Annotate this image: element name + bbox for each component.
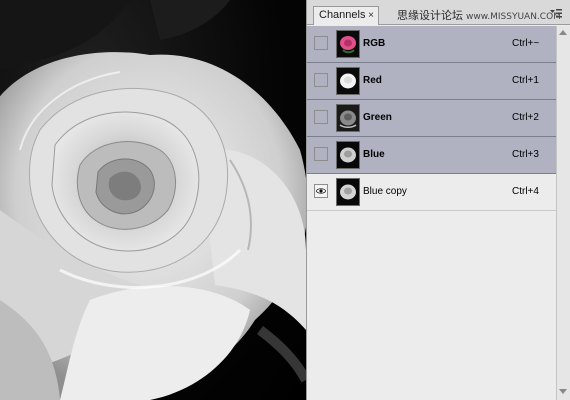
channels-panel: Channels × 思缘设计论坛 www.MISSYUAN.COM RGB C… [306,0,570,400]
channel-name: RGB [363,38,386,49]
channel-row-green[interactable]: Green Ctrl+2 [307,100,557,137]
visibility-toggle[interactable] [314,110,328,124]
visibility-toggle[interactable] [314,147,328,161]
visibility-toggle[interactable] [314,36,328,50]
channel-name: Green [363,112,392,123]
scroll-up-icon[interactable] [559,30,567,35]
tab-channels[interactable]: Channels × [313,6,379,25]
watermark: 思缘设计论坛 www.MISSYUAN.COM [397,7,561,23]
channel-list: RGB Ctrl+~ Red Ctrl+1 Green Ctrl+2 Blue … [307,26,557,211]
channel-shortcut: Ctrl+~ [512,38,540,49]
watermark-site: www.MISSYUAN.COM [466,12,561,22]
visibility-toggle[interactable] [314,73,328,87]
blue-gray-thumb [336,141,360,169]
channel-row-blue-copy[interactable]: Blue copy Ctrl+4 [307,174,557,211]
channel-shortcut: Ctrl+1 [512,75,539,86]
eye-icon [316,188,326,194]
watermark-cn: 思缘设计论坛 [397,9,463,22]
panel-menu-icon[interactable] [550,9,562,18]
green-gray-thumb [336,104,360,132]
visibility-toggle[interactable] [314,184,328,198]
rose-image [0,0,306,400]
rgb-color-thumb [336,30,360,58]
channel-row-blue[interactable]: Blue Ctrl+3 [307,137,557,174]
rose-canvas [0,0,306,400]
blue-copy-thumb [336,178,360,206]
channel-shortcut: Ctrl+2 [512,112,539,123]
panel-tabbar: Channels × 思缘设计论坛 www.MISSYUAN.COM [307,0,570,25]
tab-channels-label: Channels [319,9,366,21]
close-icon[interactable]: × [368,7,374,24]
red-gray-thumb [336,67,360,95]
channel-row-rgb[interactable]: RGB Ctrl+~ [307,26,557,63]
channel-name: Red [363,75,382,86]
channel-shortcut: Ctrl+3 [512,149,539,160]
channel-row-red[interactable]: Red Ctrl+1 [307,63,557,100]
channel-name: Blue [363,149,385,160]
panel-scrollbar[interactable] [556,26,570,400]
channel-shortcut: Ctrl+4 [512,186,539,197]
channel-name: Blue copy [363,186,407,197]
scroll-down-icon[interactable] [559,389,567,394]
